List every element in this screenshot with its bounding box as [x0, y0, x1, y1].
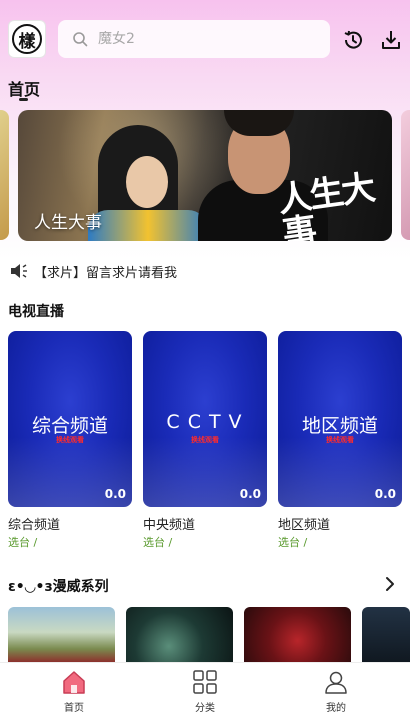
app-logo[interactable]: 樣: [8, 20, 46, 58]
section-title-marvel: ε•◡•з漫威系列: [8, 579, 109, 595]
user-icon: [323, 669, 349, 695]
banner-next-peek[interactable]: [401, 110, 410, 240]
live-card-tag: 换线观看: [326, 436, 354, 444]
download-icon[interactable]: [379, 28, 403, 52]
live-card-title: CCTV: [166, 411, 250, 433]
search-bar[interactable]: [58, 20, 330, 58]
notice-bar[interactable]: 【求片】留言求片请看我: [10, 262, 178, 281]
tab-label: 首页: [64, 703, 84, 714]
live-card-score: 0.0: [374, 487, 396, 501]
search-input[interactable]: [98, 31, 298, 47]
chevron-right-icon[interactable]: [383, 576, 397, 592]
banner-caption: 人生大事: [34, 213, 102, 233]
grid-icon: [192, 669, 218, 695]
live-card-score: 0.0: [239, 487, 261, 501]
tab-home[interactable]: 首页: [34, 663, 114, 715]
live-card-subtitle: 选台 /: [143, 536, 173, 549]
live-card-score: 0.0: [104, 487, 126, 501]
live-card-name[interactable]: 中央频道: [143, 514, 195, 533]
banner-figure-girl-face: [126, 156, 168, 208]
live-card-name[interactable]: 综合频道: [8, 514, 60, 533]
marvel-poster-3[interactable]: [244, 607, 351, 663]
live-card-general[interactable]: 综合频道 换线观看 0.0: [8, 331, 132, 507]
hero-banner[interactable]: 人生大事 人生大事: [18, 110, 392, 241]
home-icon: [61, 669, 87, 695]
marvel-poster-1[interactable]: [8, 607, 115, 663]
live-card-subtitle: 选台 /: [8, 536, 38, 549]
speaker-icon: [11, 264, 27, 278]
live-card-cctv[interactable]: CCTV 换线观看 0.0: [143, 331, 267, 507]
live-card-tag: 换线观看: [56, 436, 84, 444]
live-card-regional[interactable]: 地区频道 换线观看 0.0: [278, 331, 402, 507]
live-card-subtitle: 选台 /: [278, 536, 308, 549]
tab-category[interactable]: 分类: [165, 663, 245, 715]
live-card-title: 综合频道: [31, 415, 108, 437]
tab-label: 我的: [326, 703, 346, 714]
app-header: 樣: [0, 16, 410, 62]
logo-mark: 樣: [12, 24, 42, 54]
tab-active-indicator: [19, 98, 28, 101]
tab-label: 分类: [195, 703, 215, 714]
search-icon: [73, 32, 88, 47]
notice-text: 【求片】留言求片请看我: [34, 265, 178, 281]
banner-figure-girl-shirt: [88, 210, 208, 241]
live-card-title: 地区频道: [301, 415, 378, 437]
bottom-tab-bar: 首页 分类 我的: [0, 662, 410, 715]
tab-profile[interactable]: 我的: [296, 663, 376, 715]
banner-title-logo: 人生大事: [275, 167, 377, 241]
section-title-live-tv: 电视直播: [8, 304, 64, 320]
banner-prev-peek[interactable]: [0, 110, 9, 240]
marvel-poster-4[interactable]: [362, 607, 410, 663]
live-card-name[interactable]: 地区频道: [278, 514, 330, 533]
live-card-tag: 换线观看: [191, 436, 219, 444]
tab-home-title[interactable]: 首页: [8, 76, 40, 100]
history-icon[interactable]: [341, 28, 365, 52]
marvel-poster-2[interactable]: [126, 607, 233, 663]
